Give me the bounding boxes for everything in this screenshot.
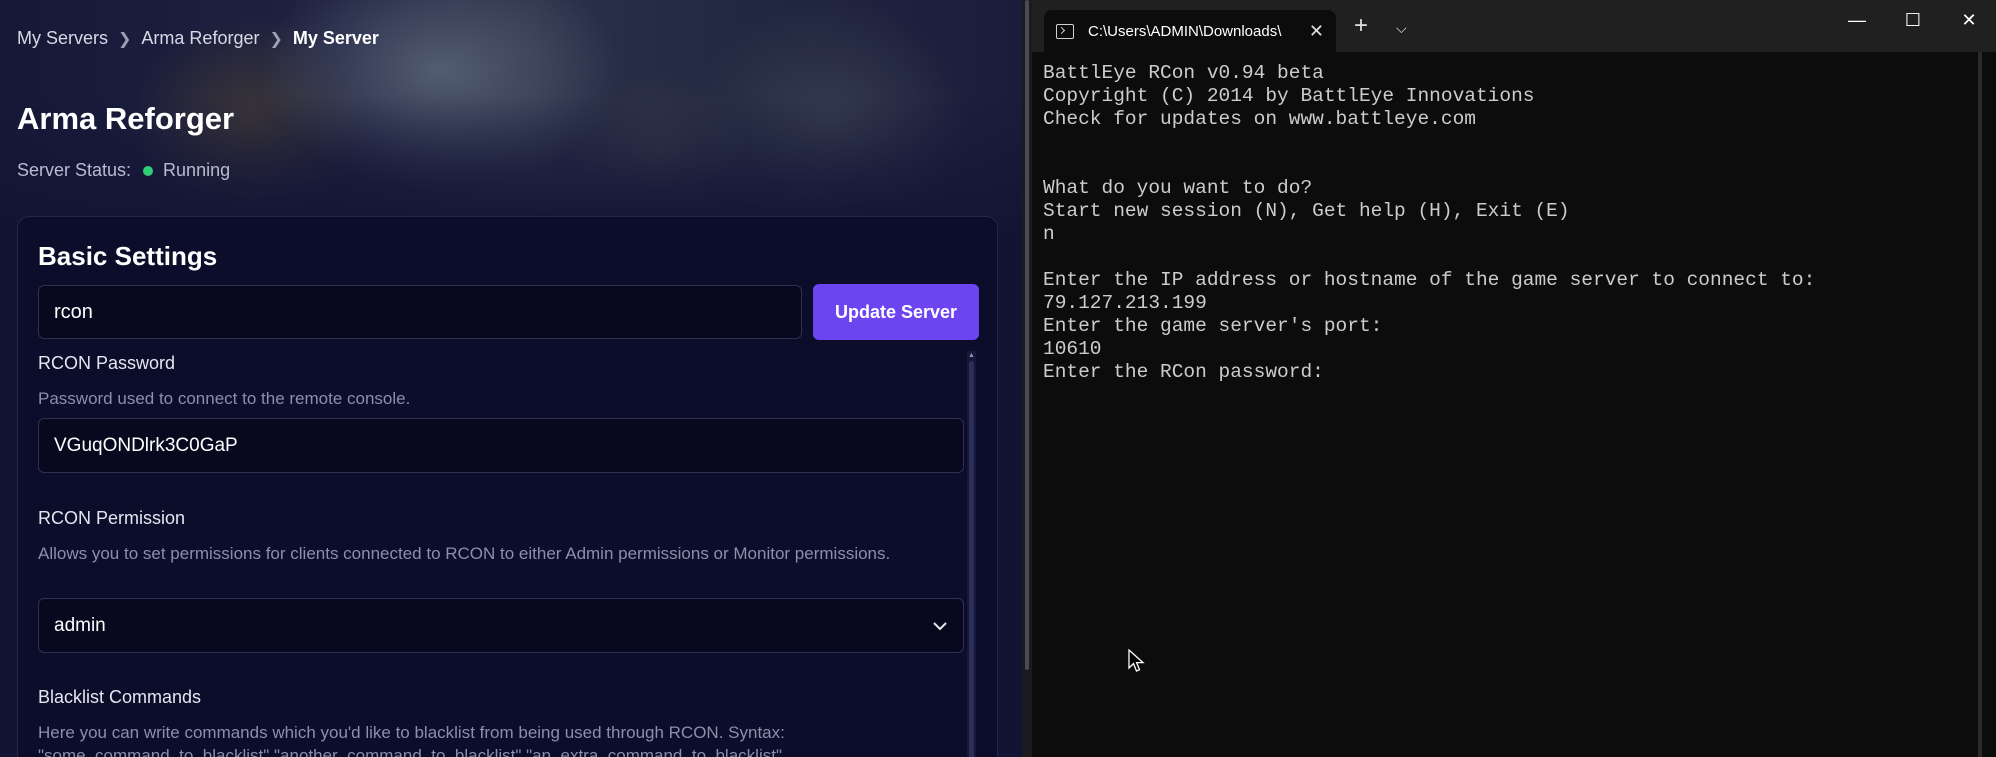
console-line: Enter the RCon password: [1043,361,1324,383]
blacklist-commands-label: Blacklist Commands [38,687,202,707]
close-icon[interactable]: ✕ [1309,21,1324,42]
console-line: Copyright (C) 2014 by BattlEye Innovatio… [1043,85,1535,107]
rcon-password-label: RCON Password [38,353,176,373]
chevron-right-icon: ❯ [118,30,132,48]
terminal-titlebar: C:\Users\ADMIN\Downloads\ ✕ + ⌵ — ☐ ✕ [1032,0,1996,52]
console-line: What do you want to do? [1043,177,1313,199]
window-divider[interactable] [1022,0,1032,757]
console-line: 79.127.213.199 [1043,292,1207,314]
new-tab-plus-icon[interactable]: + [1354,14,1368,38]
minimize-icon[interactable]: — [1842,10,1872,31]
server-status: Server Status: Running [17,160,230,181]
page-scrollbar-thumb[interactable] [1025,0,1029,670]
console-line: Enter the IP address or hostname of the … [1043,269,1816,291]
console-line: Enter the game server's port: [1043,315,1383,337]
scrollbar-thumb[interactable] [969,361,974,757]
terminal-icon [1056,23,1074,39]
rcon-password-input[interactable] [38,418,964,473]
web-panel: My Servers ❯ Arma Reforger ❯ My Server A… [0,0,1022,757]
maximize-icon[interactable]: ☐ [1898,10,1928,31]
breadcrumb: My Servers ❯ Arma Reforger ❯ My Server [17,28,379,49]
tab-title: C:\Users\ADMIN\Downloads\ [1088,22,1282,40]
terminal-window: C:\Users\ADMIN\Downloads\ ✕ + ⌵ — ☐ ✕ Ba… [1032,0,1996,757]
breadcrumb-my-servers[interactable]: My Servers [17,28,108,49]
card-title: Basic Settings [38,241,218,271]
rcon-permission-description: Allows you to set permissions for client… [38,544,891,563]
console-line: 10610 [1043,338,1102,360]
blacklist-commands-description: Here you can write commands which you'd … [38,723,785,757]
window-close-icon[interactable]: ✕ [1954,10,1984,31]
status-dot-icon [143,165,154,176]
basic-settings-card: Basic Settings Update Server ▲ RCON Pass… [17,216,998,757]
rcon-permission-select[interactable]: admin [38,598,964,653]
mouse-cursor-icon [1128,649,1145,672]
console-line: n [1043,223,1055,245]
terminal-tab[interactable]: C:\Users\ADMIN\Downloads\ ✕ [1044,10,1336,52]
settings-scrollbar[interactable] [967,351,976,757]
status-value: Running [163,160,231,180]
breadcrumb-arma-reforger[interactable]: Arma Reforger [141,28,259,49]
update-server-button[interactable]: Update Server [813,284,979,340]
breadcrumb-my-server: My Server [292,28,379,48]
rcon-permission-label: RCON Permission [38,508,186,528]
chevron-right-icon: ❯ [269,30,283,48]
console-line: Check for updates on www.battleye.com [1043,108,1476,130]
status-label: Server Status: [17,160,132,180]
chevron-down-icon[interactable]: ⌵ [1396,20,1407,37]
page-title: Arma Reforger [17,101,235,136]
settings-search-input[interactable] [38,285,802,339]
scroll-up-icon[interactable]: ▲ [967,351,976,361]
rcon-password-description: Password used to connect to the remote c… [38,389,411,408]
chevron-down-icon [933,621,947,630]
terminal-scrollbar[interactable] [1978,52,1982,757]
console-line: Start new session (N), Get help (H), Exi… [1043,200,1570,222]
console-line: BattlEye RCon v0.94 beta [1043,62,1324,84]
console-output[interactable]: BattlEye RCon v0.94 beta Copyright (C) 2… [1043,62,1815,384]
rcon-permission-value: admin [54,614,106,636]
